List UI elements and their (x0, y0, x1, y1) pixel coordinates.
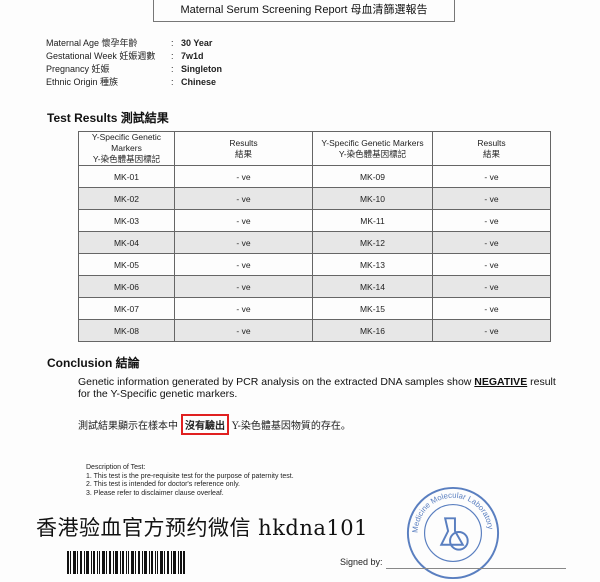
marker-cell: MK-07 (78, 297, 175, 320)
marker-cell: MK-05 (78, 253, 175, 276)
table-row: MK-07 - ve MK-15 - ve (78, 297, 551, 320)
negative-result: NEGATIVE (474, 376, 528, 388)
info-value: 30 Year (181, 38, 213, 48)
result-cell: - ve (432, 297, 551, 320)
result-header: Results 結果 (174, 131, 313, 166)
table-header-row: Y-Specific Genetic Markers Y-染色體基因標記 Res… (78, 131, 551, 166)
table-row: MK-03 - ve MK-11 - ve (78, 209, 551, 232)
result-cell: - ve (174, 297, 313, 320)
marker-cell: MK-01 (78, 165, 175, 188)
result-cell: - ve (174, 187, 313, 210)
info-label: Gestational Week 妊娠週數 (46, 51, 156, 61)
marker-cell: MK-11 (312, 209, 433, 232)
marker-cell: MK-03 (78, 209, 175, 232)
result-header: Results 結果 (432, 131, 551, 166)
table-row: MK-04 - ve MK-12 - ve (78, 231, 551, 254)
marker-header: Y-Specific Genetic Markers Y-染色體基因標記 (78, 131, 175, 166)
marker-cell: MK-12 (312, 231, 433, 254)
description-item: 1. This test is the pre-requisite test f… (86, 472, 294, 480)
info-row: Pregnancy 妊娠 : Singleton (46, 64, 222, 74)
patient-info: Maternal Age 懷孕年齡 : 30 Year Gestational … (46, 37, 222, 89)
info-row: Gestational Week 妊娠週數 : 7w1d (46, 51, 204, 61)
watermark-text: 香港验血官方预约微信 hkdna101 (36, 516, 368, 540)
result-cell: - ve (174, 275, 313, 298)
info-value: Chinese (181, 77, 217, 87)
info-row: Maternal Age 懷孕年齡 : 30 Year (46, 38, 213, 48)
marker-cell: MK-09 (312, 165, 433, 188)
barcode-icon (67, 551, 185, 574)
table-row: MK-02 - ve MK-10 - ve (78, 187, 551, 210)
result-cell: - ve (432, 231, 551, 254)
result-cell: - ve (432, 165, 551, 188)
info-label: Pregnancy 妊娠 (46, 64, 110, 74)
table-row: MK-08 - ve MK-16 - ve (78, 319, 551, 342)
result-cell: - ve (432, 187, 551, 210)
info-label: Maternal Age 懷孕年齡 (46, 38, 138, 48)
marker-cell: MK-06 (78, 275, 175, 298)
result-cell: - ve (432, 275, 551, 298)
description-title: Description of Test: (86, 464, 146, 471)
info-value: 7w1d (181, 51, 204, 61)
marker-cell: MK-14 (312, 275, 433, 298)
conclusion-chinese: 測試結果顯示在樣本中 沒有驗出 Y-染色體基因物質的存在。 (78, 414, 351, 435)
result-cell: - ve (174, 253, 313, 276)
marker-cell: MK-10 (312, 187, 433, 210)
result-cell: - ve (432, 319, 551, 342)
info-label: Ethnic Origin 種族 (46, 77, 119, 87)
svg-text:Medicine Molecular Laboratory: Medicine Molecular Laboratory (411, 491, 496, 534)
description-item: 3. Please refer to disclaimer clause ove… (86, 489, 224, 497)
result-cell: - ve (432, 209, 551, 232)
results-table: Y-Specific Genetic Markers Y-染色體基因標記 Res… (78, 131, 551, 342)
table-row: MK-01 - ve MK-09 - ve (78, 165, 551, 188)
result-cell: - ve (174, 319, 313, 342)
test-results-title: Test Results 測試結果 (47, 111, 169, 125)
report-title: Maternal Serum Screening Report 母血清篩選報告 (153, 0, 455, 22)
test-description: Description of Test: 1. This test is the… (86, 464, 294, 498)
description-item: 2. This test is intended for doctor's re… (86, 481, 240, 488)
result-cell: - ve (174, 209, 313, 232)
marker-cell: MK-04 (78, 231, 175, 254)
result-cell: - ve (174, 231, 313, 254)
result-cell: - ve (432, 253, 551, 276)
signed-by-label: Signed by: (340, 557, 383, 567)
marker-cell: MK-16 (312, 319, 433, 342)
conclusion-title: Conclusion 結論 (47, 356, 140, 370)
info-row: Ethnic Origin 種族 : Chinese (46, 77, 217, 87)
report-page: Maternal Serum Screening Report 母血清篩選報告 … (0, 0, 600, 580)
marker-cell: MK-13 (312, 253, 433, 276)
marker-cell: MK-02 (78, 187, 175, 210)
info-value: Singleton (181, 64, 222, 74)
marker-cell: MK-08 (78, 319, 175, 342)
marker-header: Y-Specific Genetic Markers Y-染色體基因標記 (312, 131, 433, 166)
highlighted-result: 沒有驗出 (181, 414, 229, 435)
marker-cell: MK-15 (312, 297, 433, 320)
result-cell: - ve (174, 165, 313, 188)
table-row: MK-06 - ve MK-14 - ve (78, 275, 551, 298)
table-row: MK-05 - ve MK-13 - ve (78, 253, 551, 276)
conclusion-text: Genetic information generated by PCR ana… (78, 376, 556, 400)
signature-line (386, 568, 566, 569)
